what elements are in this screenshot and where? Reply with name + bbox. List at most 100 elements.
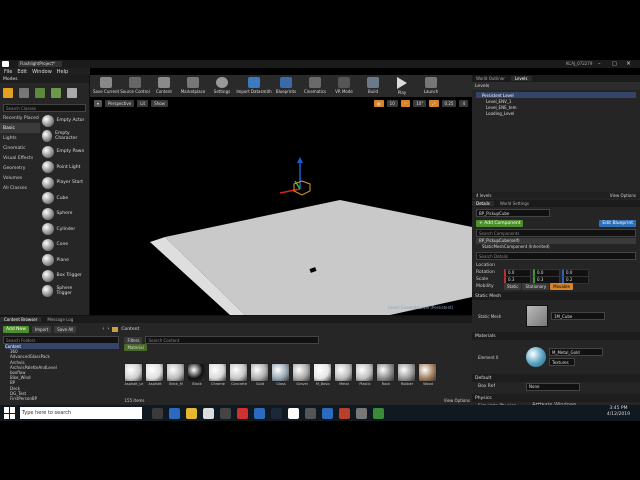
app-icon[interactable] xyxy=(356,407,367,419)
category-all-classes[interactable]: All Classes xyxy=(0,183,40,193)
category-lights[interactable]: Lights xyxy=(0,133,40,143)
level-row[interactable]: Loading_Level xyxy=(476,110,636,116)
list-item[interactable]: Plane xyxy=(41,253,89,269)
maximize-icon[interactable]: □ xyxy=(612,61,617,67)
geometry-mode-icon[interactable] xyxy=(67,88,77,98)
cinematics-button[interactable]: Cinematics xyxy=(301,77,329,97)
content-button[interactable]: Content xyxy=(150,77,178,97)
add-component-button[interactable]: + Add Component xyxy=(476,220,524,227)
camera-speed-value[interactable]: 4 xyxy=(459,99,468,107)
project-tab[interactable]: FlashlightProject* xyxy=(18,61,62,67)
paint-mode-icon[interactable] xyxy=(19,88,29,98)
list-item[interactable]: Empty Actor xyxy=(41,113,89,129)
material-thumbnail[interactable] xyxy=(526,347,546,367)
close-icon[interactable]: × xyxy=(626,60,631,67)
physics-section[interactable]: Physics xyxy=(472,394,640,402)
rotation-snap-icon[interactable]: ◠ xyxy=(400,99,411,107)
list-item[interactable]: Box Trigger xyxy=(41,268,89,284)
asset-tile[interactable]: Black xyxy=(187,362,207,386)
vr-mode-button[interactable]: VR Mode xyxy=(330,77,358,97)
tab-world-outliner[interactable]: World Outliner xyxy=(472,76,509,81)
play-button[interactable]: Play xyxy=(388,77,416,97)
static-mesh-dropdown[interactable]: 1M_Cube xyxy=(551,312,605,320)
search-components-input[interactable]: Search Components xyxy=(476,229,636,237)
taskbar-clock[interactable]: 3:45 PM 4/12/2019 xyxy=(607,406,630,418)
filter-chip-material[interactable]: Material xyxy=(124,344,147,351)
component-row[interactable]: StaticMeshComponent (Inherited) xyxy=(476,244,636,250)
list-item[interactable]: Sphere xyxy=(41,206,89,222)
scale-snap-icon[interactable]: ⤢ xyxy=(429,99,439,107)
tab-message-log[interactable]: Message Log xyxy=(43,317,77,322)
tab-world-settings[interactable]: World Settings xyxy=(496,201,533,206)
material-dropdown[interactable]: M_Metal_Gold xyxy=(549,348,603,356)
list-item[interactable]: Empty Pawn xyxy=(41,144,89,160)
asset-tile[interactable]: Brick_M xyxy=(166,362,186,386)
menu-window[interactable]: Window xyxy=(32,69,52,75)
marketplace-button[interactable]: Marketplace xyxy=(179,77,207,97)
asset-tile[interactable]: Wood xyxy=(418,362,438,386)
menu-help[interactable]: Help xyxy=(57,69,68,75)
show-button[interactable]: Show xyxy=(151,99,168,107)
foliage-mode-icon[interactable] xyxy=(51,88,61,98)
list-item[interactable]: Cone xyxy=(41,237,89,253)
forward-arrow-icon[interactable]: › xyxy=(107,326,109,332)
unreal-engine-icon[interactable] xyxy=(288,407,299,419)
category-visual-effects[interactable]: Visual Effects xyxy=(0,153,40,163)
app-icon[interactable] xyxy=(254,407,265,419)
list-item[interactable]: Sphere Trigger xyxy=(41,284,89,300)
app-icon[interactable] xyxy=(339,407,350,419)
grid-snap-icon[interactable]: ▦ xyxy=(373,99,384,107)
asset-tile[interactable]: Glass xyxy=(271,362,291,386)
category-basic[interactable]: Basic xyxy=(0,123,40,133)
asset-tile[interactable]: Metal xyxy=(334,362,354,386)
file-explorer-icon[interactable] xyxy=(186,407,197,419)
mobility-stationary[interactable]: Stationary xyxy=(522,283,550,290)
save-current-button[interactable]: Save Current xyxy=(92,77,120,97)
mobility-movable[interactable]: Movable xyxy=(550,283,573,290)
tab-details[interactable]: Details xyxy=(472,201,494,206)
minimize-icon[interactable]: – xyxy=(598,61,601,67)
static-mesh-thumbnail[interactable] xyxy=(526,305,548,327)
grid-snap-value[interactable]: 10 xyxy=(386,99,398,107)
chrome-icon[interactable] xyxy=(203,407,214,419)
levels-view-options[interactable]: View Options xyxy=(610,193,636,198)
windows-start-icon[interactable] xyxy=(4,407,16,419)
search-details-input[interactable]: Search Details xyxy=(476,252,636,260)
place-mode-icon[interactable] xyxy=(3,88,13,98)
static-mesh-section[interactable]: Static Mesh xyxy=(472,292,640,300)
edge-icon[interactable] xyxy=(169,407,180,419)
search-folders-input[interactable]: Search Folders xyxy=(3,336,120,344)
app-icon[interactable] xyxy=(322,407,333,419)
list-item[interactable]: Cube xyxy=(41,191,89,207)
selected-actor-cube[interactable] xyxy=(293,180,311,196)
tab-levels[interactable]: Levels xyxy=(510,76,532,81)
list-item[interactable]: Cylinder xyxy=(41,222,89,238)
asset-tile[interactable]: Rock xyxy=(376,362,396,386)
category-geometry[interactable]: Geometry xyxy=(0,163,40,173)
launch-button[interactable]: Launch xyxy=(417,77,445,97)
category-cinematic[interactable]: Cinematic xyxy=(0,143,40,153)
category-recently-placed[interactable]: Recently Placed xyxy=(0,113,40,123)
asset-tile[interactable]: Gravel xyxy=(292,362,312,386)
menu-edit[interactable]: Edit xyxy=(17,69,27,75)
asset-tile[interactable]: Plastic xyxy=(355,362,375,386)
taskbar-search-input[interactable]: Type here to search xyxy=(20,407,142,419)
add-new-button[interactable]: Add New xyxy=(3,325,29,333)
app-icon[interactable] xyxy=(305,407,316,419)
menu-file[interactable]: File xyxy=(4,69,12,75)
materials-section[interactable]: Materials xyxy=(472,332,640,340)
modes-tab[interactable]: Modes xyxy=(0,75,89,83)
filters-button[interactable]: Filters xyxy=(124,336,143,344)
search-content-input[interactable]: Search Content xyxy=(145,336,320,344)
list-item[interactable]: Empty Character xyxy=(41,129,89,145)
viewport-options-icon[interactable]: ▾ xyxy=(94,99,103,107)
default-section[interactable]: Default xyxy=(472,374,640,382)
back-arrow-icon[interactable]: ‹ xyxy=(102,326,104,332)
box-ref-dropdown[interactable]: None xyxy=(526,382,580,391)
scale-snap-value[interactable]: 0.25 xyxy=(441,99,457,107)
list-item[interactable]: Player Start xyxy=(41,175,89,191)
lit-button[interactable]: Lit xyxy=(137,99,149,107)
build-button[interactable]: Build xyxy=(359,77,387,97)
task-view-icon[interactable] xyxy=(152,407,163,419)
save-all-button[interactable]: Save All xyxy=(54,325,77,333)
